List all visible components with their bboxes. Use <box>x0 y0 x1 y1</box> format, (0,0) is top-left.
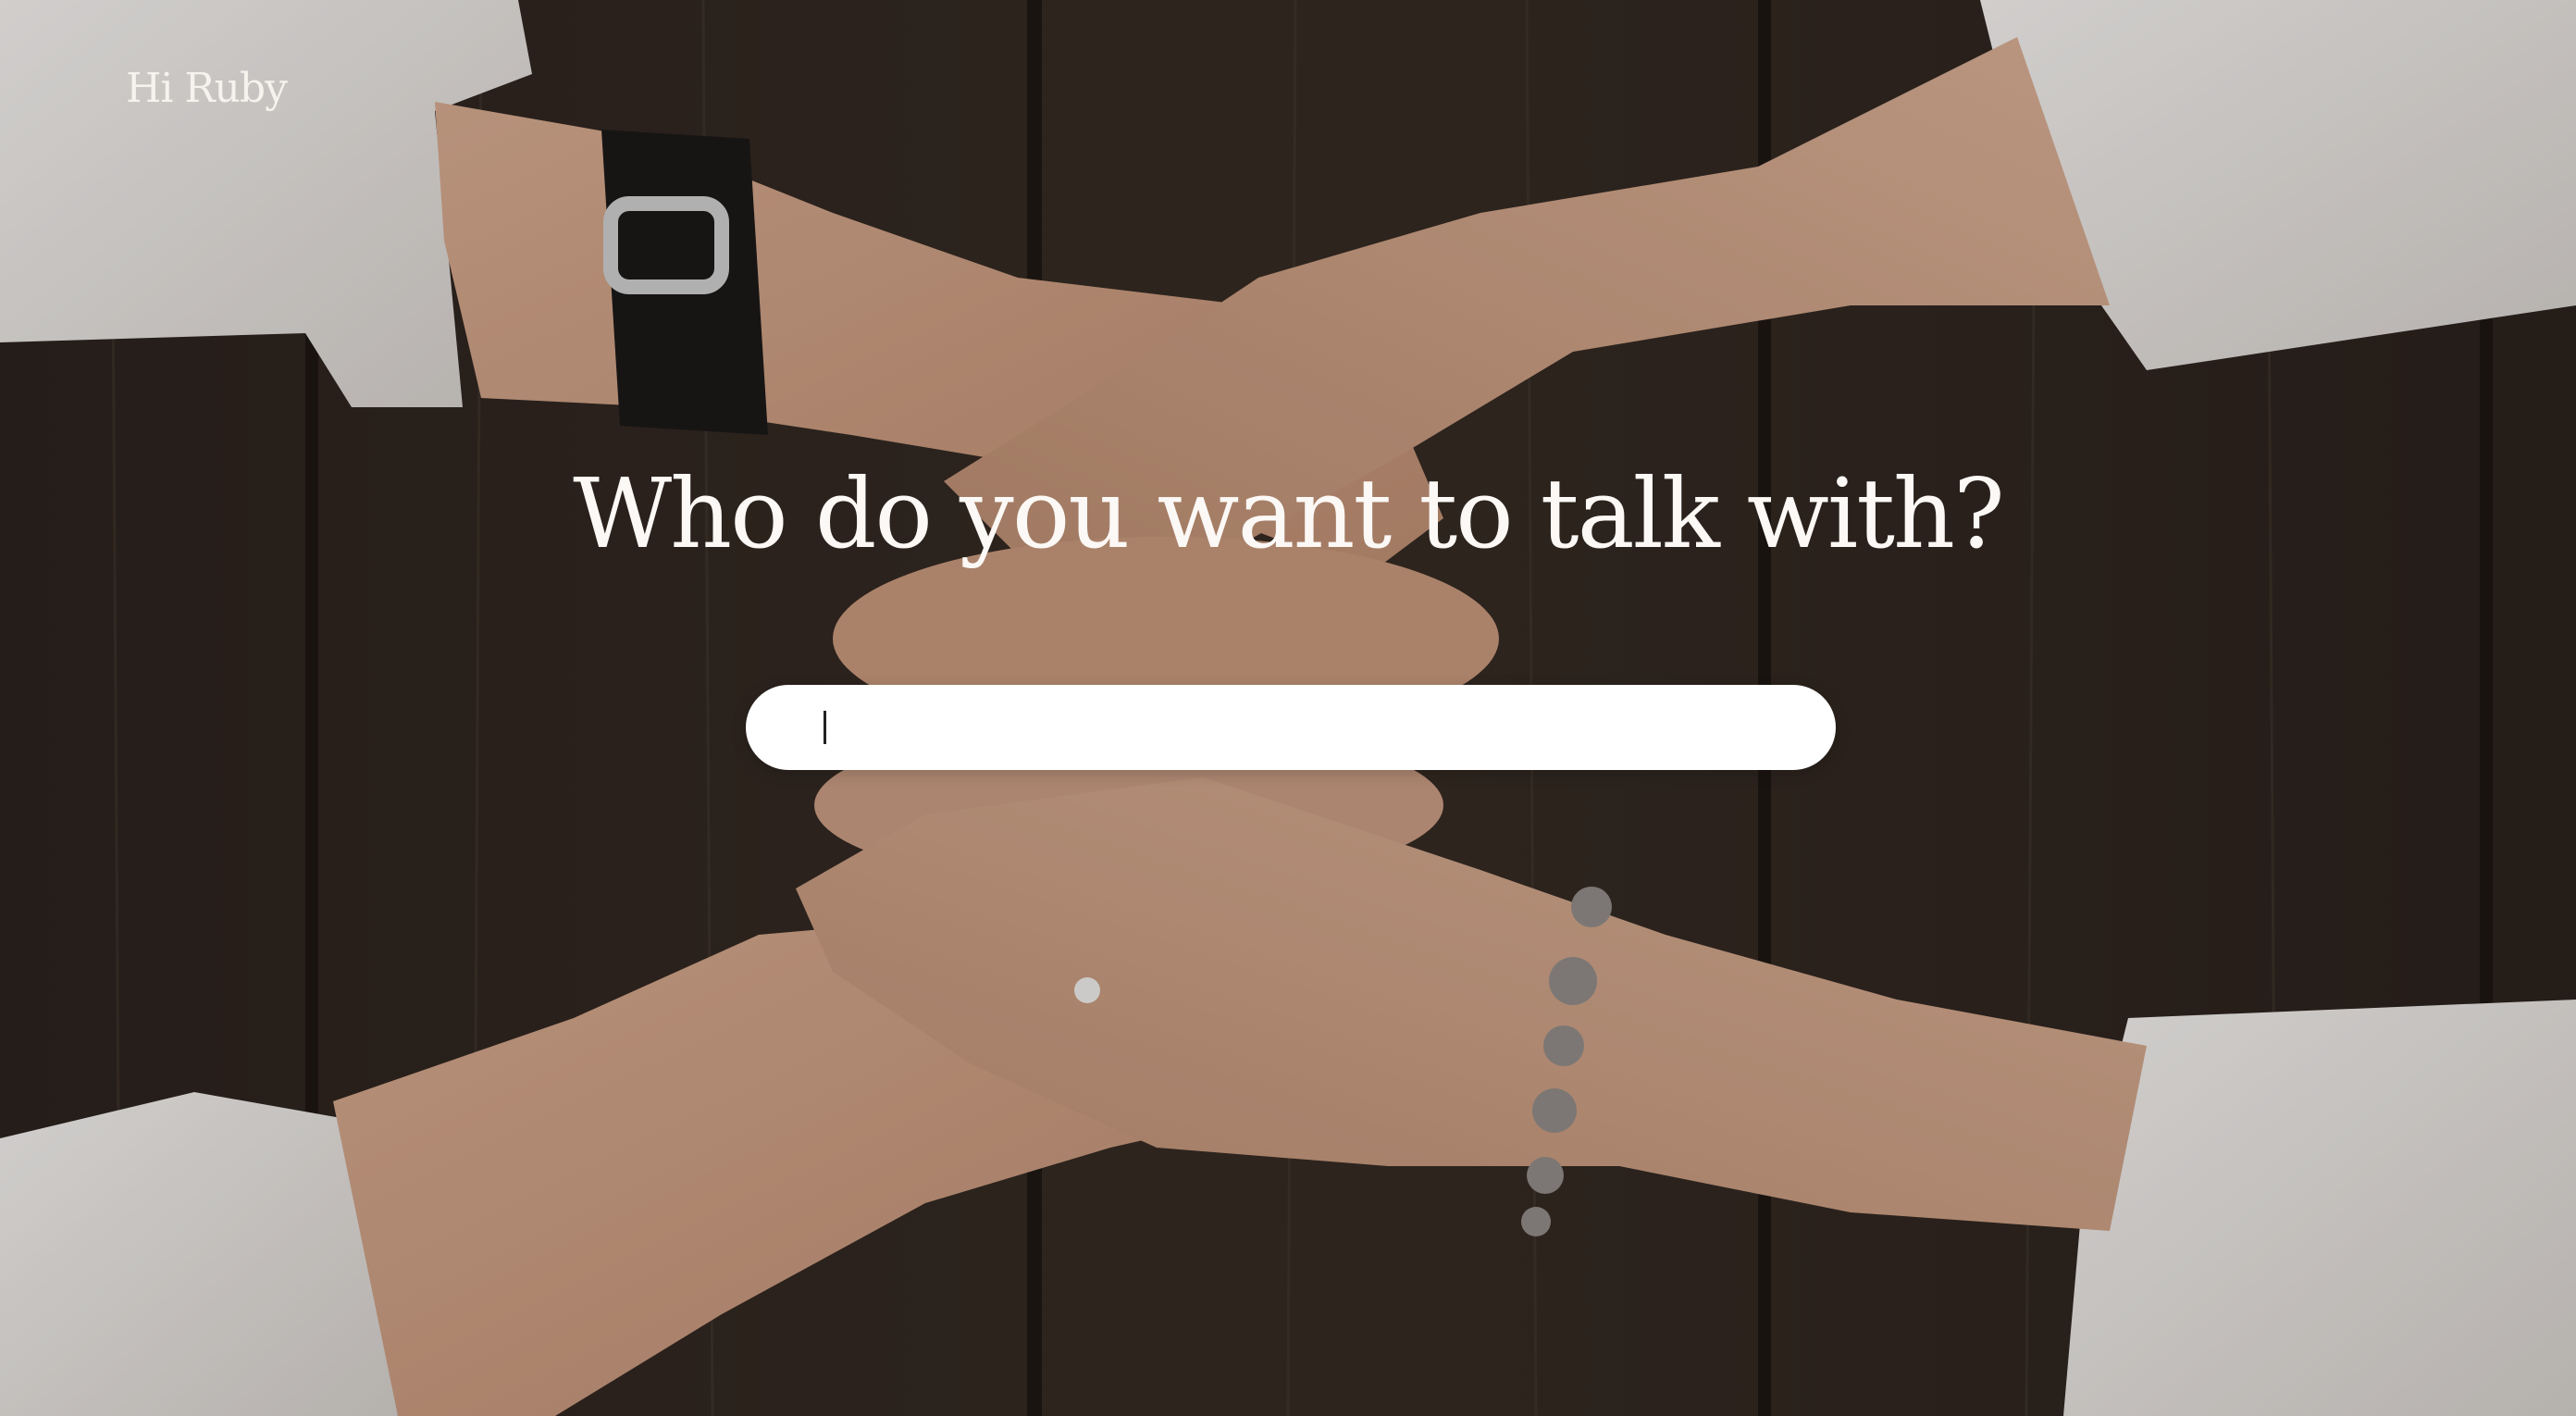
app-screen: Hi Ruby Who do you want to talk with? <box>0 0 2576 1416</box>
text-cursor <box>824 711 826 744</box>
search-box[interactable] <box>746 685 1836 770</box>
search-input[interactable] <box>820 700 1782 755</box>
user-greeting: Hi Ruby <box>126 65 288 112</box>
page-title: Who do you want to talk with? <box>573 457 2004 570</box>
